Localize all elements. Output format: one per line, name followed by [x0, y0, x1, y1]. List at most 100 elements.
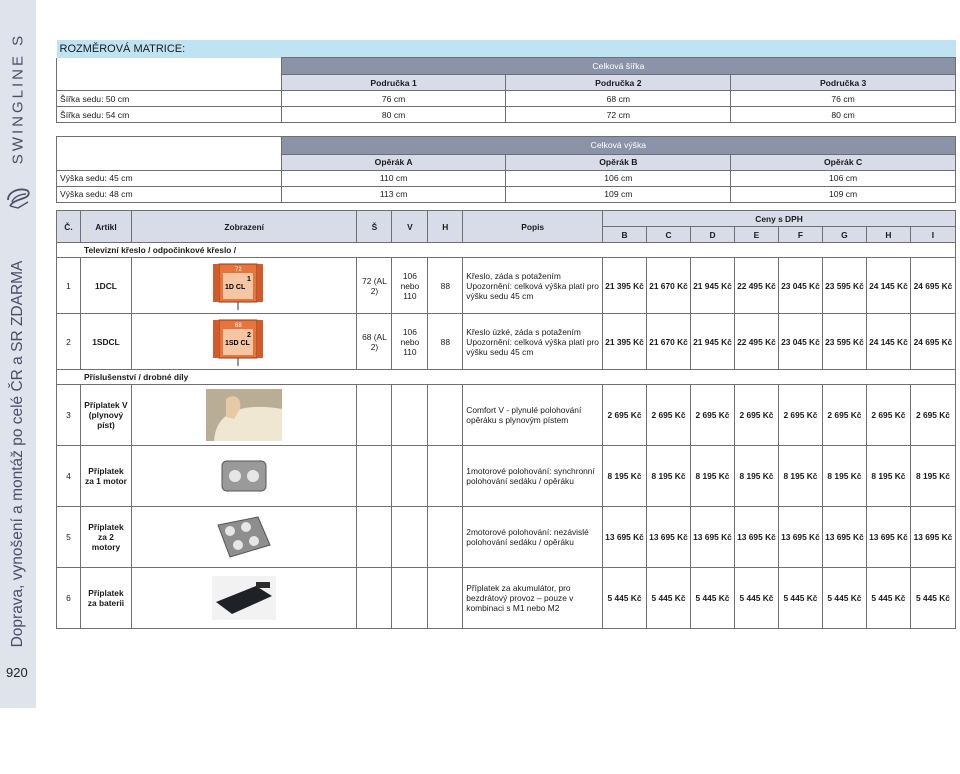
price-cell: 5 445 Kč	[602, 567, 647, 629]
height-col-header: Opěrák C	[730, 153, 956, 171]
price-cell: 24 695 Kč	[909, 313, 957, 370]
row-label: Výška sedu: 48 cm	[56, 185, 282, 203]
price-cell: 5 445 Kč	[777, 567, 823, 629]
page-number: 920	[6, 665, 28, 680]
cell-value: 76 cm	[280, 90, 507, 107]
height-value	[391, 445, 429, 507]
product-image-cell	[130, 506, 358, 568]
header-s: Š	[356, 210, 393, 243]
article-name: Příplatek za 2 motory	[79, 506, 132, 568]
diagram-width: 68	[235, 323, 242, 329]
article-name: Příplatek za baterii	[79, 567, 132, 629]
table-row: 4 Příplatek za 1 motor 1motorové polohován…	[56, 445, 957, 507]
product-image-cell: 1SD CL 68 2	[130, 313, 358, 370]
price-col-header: D	[689, 226, 735, 243]
price-cell: 8 195 Kč	[821, 445, 867, 507]
description: Comfort V - plynulé polohování opěráku s…	[462, 384, 604, 446]
price-cell: 22 495 Kč	[733, 313, 779, 370]
price-cell: 8 195 Kč	[909, 445, 957, 507]
price-cell: 5 445 Kč	[865, 567, 911, 629]
price-cell: 13 695 Kč	[909, 506, 957, 568]
price-cell: 24 145 Kč	[865, 313, 911, 370]
header-num: Č.	[56, 210, 81, 243]
cell-value: 80 cm	[280, 106, 507, 123]
price-cell: 5 445 Kč	[909, 567, 957, 629]
height-value	[391, 384, 429, 446]
cell-value: 109 cm	[730, 185, 956, 203]
price-cell: 23 045 Kč	[777, 257, 823, 314]
price-cell: 23 595 Kč	[821, 257, 867, 314]
price-cell: 2 695 Kč	[865, 384, 911, 446]
price-cell: 8 195 Kč	[602, 445, 647, 507]
depth-value: 88	[427, 257, 464, 314]
row-number: 2	[56, 313, 81, 370]
diagram-index: 1	[247, 276, 251, 283]
row-number: 6	[56, 567, 81, 629]
description: Křeslo, záda s potažením Upozornění: cel…	[462, 257, 604, 314]
battery-photo	[212, 576, 277, 620]
table-row: Šířka sedu: 54 cm 80 cm 72 cm 80 cm	[56, 106, 956, 123]
product-image-cell	[130, 384, 358, 446]
cell-value: 68 cm	[505, 90, 732, 107]
gas-piston-photo	[206, 389, 283, 441]
cell-value: 113 cm	[280, 185, 507, 203]
matrix-title: ROZMĚROVÁ MATRICE:	[56, 40, 956, 58]
price-col-header: F	[777, 226, 823, 243]
description: Příplatek za akumulátor, pro bezdrátový …	[462, 567, 604, 629]
row-label: Šířka sedu: 50 cm	[56, 90, 282, 107]
cell-value: 106 cm	[730, 169, 956, 187]
table-row: 1 1DCL 1D CL 72 1 72 (AL 2) 106 nebo 110 88 Křes…	[56, 257, 957, 314]
width-value	[356, 567, 393, 629]
table-row: Výška sedu: 48 cm 113 cm 109 cm 109 cm	[56, 185, 956, 203]
width-value: 68 (AL 2)	[356, 313, 393, 370]
depth-value	[427, 506, 464, 568]
price-cell: 24 695 Kč	[909, 257, 957, 314]
price-cell: 5 445 Kč	[689, 567, 735, 629]
row-number: 4	[56, 445, 81, 507]
row-number: 3	[56, 384, 81, 446]
product-image-cell	[130, 567, 358, 629]
table-row: 3 Příplatek V (plynový píst) Comfort V - p…	[56, 384, 957, 446]
width-col-header: Područka 1	[280, 74, 507, 91]
price-cell: 13 695 Kč	[733, 506, 779, 568]
price-cell: 13 695 Kč	[602, 506, 647, 568]
price-cell: 13 695 Kč	[646, 506, 691, 568]
article-name: 1SDCL	[79, 313, 132, 370]
price-cell: 2 695 Kč	[646, 384, 691, 446]
price-cell: 8 195 Kč	[646, 445, 691, 507]
height-value	[391, 506, 429, 568]
price-cell: 5 445 Kč	[821, 567, 867, 629]
price-cell: 13 695 Kč	[777, 506, 823, 568]
one-motor-photo	[221, 460, 267, 492]
header-article: Artikl	[79, 210, 132, 243]
article-name: Příplatek za 1 motor	[79, 445, 132, 507]
product-diagram: 1D CL 72 1	[213, 263, 264, 310]
price-cell: 2 695 Kč	[909, 384, 957, 446]
price-cell: 13 695 Kč	[689, 506, 735, 568]
depth-value	[427, 384, 464, 446]
cell-value: 80 cm	[730, 106, 956, 123]
width-value	[356, 445, 393, 507]
depth-value	[427, 567, 464, 629]
price-cell: 8 195 Kč	[865, 445, 911, 507]
height-value: 106 nebo 110	[391, 257, 429, 314]
price-col-header: G	[821, 226, 867, 243]
cell-value: 72 cm	[505, 106, 732, 123]
table-row: 5 Příplatek za 2 motory 2motorové polohová…	[56, 506, 957, 568]
article-name: Příplatek V (plynový píst)	[79, 384, 132, 446]
depth-value	[427, 445, 464, 507]
row-label: Výška sedu: 45 cm	[56, 169, 282, 187]
header-prices: Ceny s DPH	[602, 210, 956, 227]
price-cell: 5 445 Kč	[646, 567, 691, 629]
diagram-width: 72	[235, 267, 242, 273]
row-label: Šířka sedu: 54 cm	[56, 106, 282, 123]
price-cell: 21 945 Kč	[689, 257, 735, 314]
header-desc: Popis	[462, 210, 604, 243]
two-motor-photo	[217, 516, 271, 558]
product-image-cell	[130, 445, 358, 507]
price-cell: 8 195 Kč	[733, 445, 779, 507]
price-cell: 21 395 Kč	[602, 313, 647, 370]
pricelist-table: Č. Artikl Zobrazení Š V H Popis Ceny s D…	[56, 210, 957, 629]
height-col-header: Opěrák B	[505, 153, 732, 171]
price-cell: 8 195 Kč	[689, 445, 735, 507]
